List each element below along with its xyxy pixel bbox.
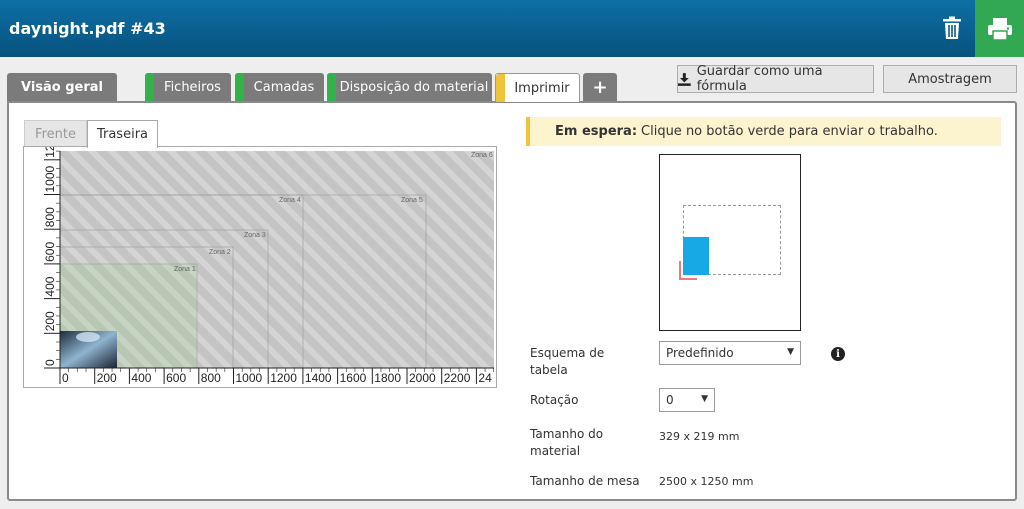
tab-layers[interactable]: Camadas: [235, 73, 324, 101]
zone-label: Zona 5: [401, 197, 423, 204]
x-tick-label: 400: [131, 371, 151, 385]
status-stripe: [327, 73, 336, 101]
plus-icon: +: [592, 76, 608, 98]
x-tick-label: 200: [97, 371, 117, 385]
status-prefix: Em espera:: [555, 124, 638, 139]
x-tick-label: 1400: [305, 371, 332, 385]
x-tick-label: 800: [201, 371, 221, 385]
dropdown-arrow-icon: ▼: [787, 347, 794, 357]
zone-label: Zona 6: [471, 152, 493, 159]
zone-label: Zona 2: [209, 249, 231, 256]
table-size-value: 2500 x 1250 mm: [659, 475, 754, 488]
bed-preview: Zona 1 Zona 2 Zona 3 Zona 4 Zona 5 Zona …: [23, 131, 497, 388]
status-stripe: [496, 74, 505, 102]
save-as-formula-label: Guardar como uma fórmula: [696, 64, 823, 94]
material-size-value: 329 x 219 mm: [659, 430, 740, 443]
status-stripe: [235, 73, 244, 101]
save-as-formula-button[interactable]: Guardar como uma fórmula: [677, 64, 874, 94]
scheme-value: Predefinido: [666, 346, 734, 360]
tab-files-label: Ficheiros: [164, 79, 221, 95]
info-icon[interactable]: i: [831, 347, 845, 361]
rotation-value: 0: [666, 393, 674, 407]
media-preview: [659, 154, 801, 331]
x-tick-label: 1600: [340, 371, 367, 385]
subtab-back-label: Traseira: [96, 127, 149, 142]
download-icon: [678, 72, 691, 86]
subtab-front[interactable]: Frente: [24, 120, 87, 147]
zone-label: Zona 4: [279, 197, 301, 204]
x-tick-label: 600: [166, 371, 186, 385]
delete-button[interactable]: [932, 8, 972, 48]
image-highlight: [76, 332, 100, 342]
y-tick-label: 0: [43, 359, 57, 366]
bed-preview-canvas: Zona 1 Zona 2 Zona 3 Zona 4 Zona 5 Zona …: [43, 131, 495, 385]
rotation-label: Rotação: [530, 393, 579, 407]
x-tick-label: 1200: [270, 371, 297, 385]
y-tick-label: 200: [43, 311, 57, 331]
subtab-back[interactable]: Traseira: [87, 120, 158, 148]
y-tick-label: 400: [43, 276, 57, 296]
image-placement: [683, 237, 709, 275]
x-axis-ticks: 0 200 400 600 800 1000 1200 1400 1600 1800 2000 220…: [59, 368, 495, 385]
y-tick-label: 1000: [43, 165, 57, 192]
scheme-select[interactable]: Predefinido ▼: [659, 341, 801, 365]
y-tick-label: 800: [43, 207, 57, 227]
x-tick-label: 1000: [236, 371, 263, 385]
scheme-label: Esquema de tabela: [530, 346, 605, 377]
status-banner: Em espera: Clique no botão verde para en…: [526, 117, 1001, 146]
tab-material-layout[interactable]: Disposição do material: [327, 73, 492, 101]
tab-overview-label: Visão geral: [20, 79, 104, 95]
origin-marker: [679, 261, 681, 279]
x-tick-label: 24: [478, 371, 492, 385]
y-tick-label: 600: [43, 242, 57, 262]
dropdown-arrow-icon: ▼: [701, 394, 708, 404]
tab-files[interactable]: Ficheiros: [145, 73, 231, 101]
add-tab-button[interactable]: +: [583, 73, 617, 101]
x-tick-label: 2000: [409, 371, 436, 385]
print-button[interactable]: [975, 0, 1024, 57]
tab-print-label: Imprimir: [514, 80, 570, 96]
y-axis-ticks: 0 200 400 600 800 1000 1200: [43, 131, 60, 369]
tab-layers-label: Camadas: [253, 79, 315, 95]
x-tick-label: 2200: [444, 371, 471, 385]
app-header: daynight.pdf #43: [0, 0, 1024, 57]
material-size-label: Tamanho do material: [530, 427, 604, 458]
rotation-select[interactable]: 0 ▼: [659, 388, 715, 412]
zone-label: Zona 3: [244, 232, 266, 239]
zone-label: Zona 1: [174, 266, 196, 273]
x-tick-label: 0: [62, 371, 69, 385]
sample-label: Amostragem: [908, 71, 992, 87]
y-tick-label: 1200: [43, 147, 57, 158]
trash-icon: [943, 16, 961, 39]
tab-print[interactable]: Imprimir: [495, 73, 580, 102]
origin-marker: [679, 278, 697, 280]
sample-button[interactable]: Amostragem: [883, 65, 1017, 93]
subtab-front-label: Frente: [35, 126, 76, 142]
status-stripe: [145, 73, 154, 101]
table-size-label: Tamanho de mesa: [530, 474, 640, 488]
tab-material-layout-label: Disposição do material: [339, 79, 489, 95]
printer-icon: [987, 17, 1012, 41]
status-message: Clique no botão verde para enviar o trab…: [641, 124, 938, 139]
x-tick-label: 1800: [374, 371, 401, 385]
job-title: daynight.pdf #43: [9, 19, 166, 38]
tab-overview[interactable]: Visão geral: [7, 73, 117, 101]
